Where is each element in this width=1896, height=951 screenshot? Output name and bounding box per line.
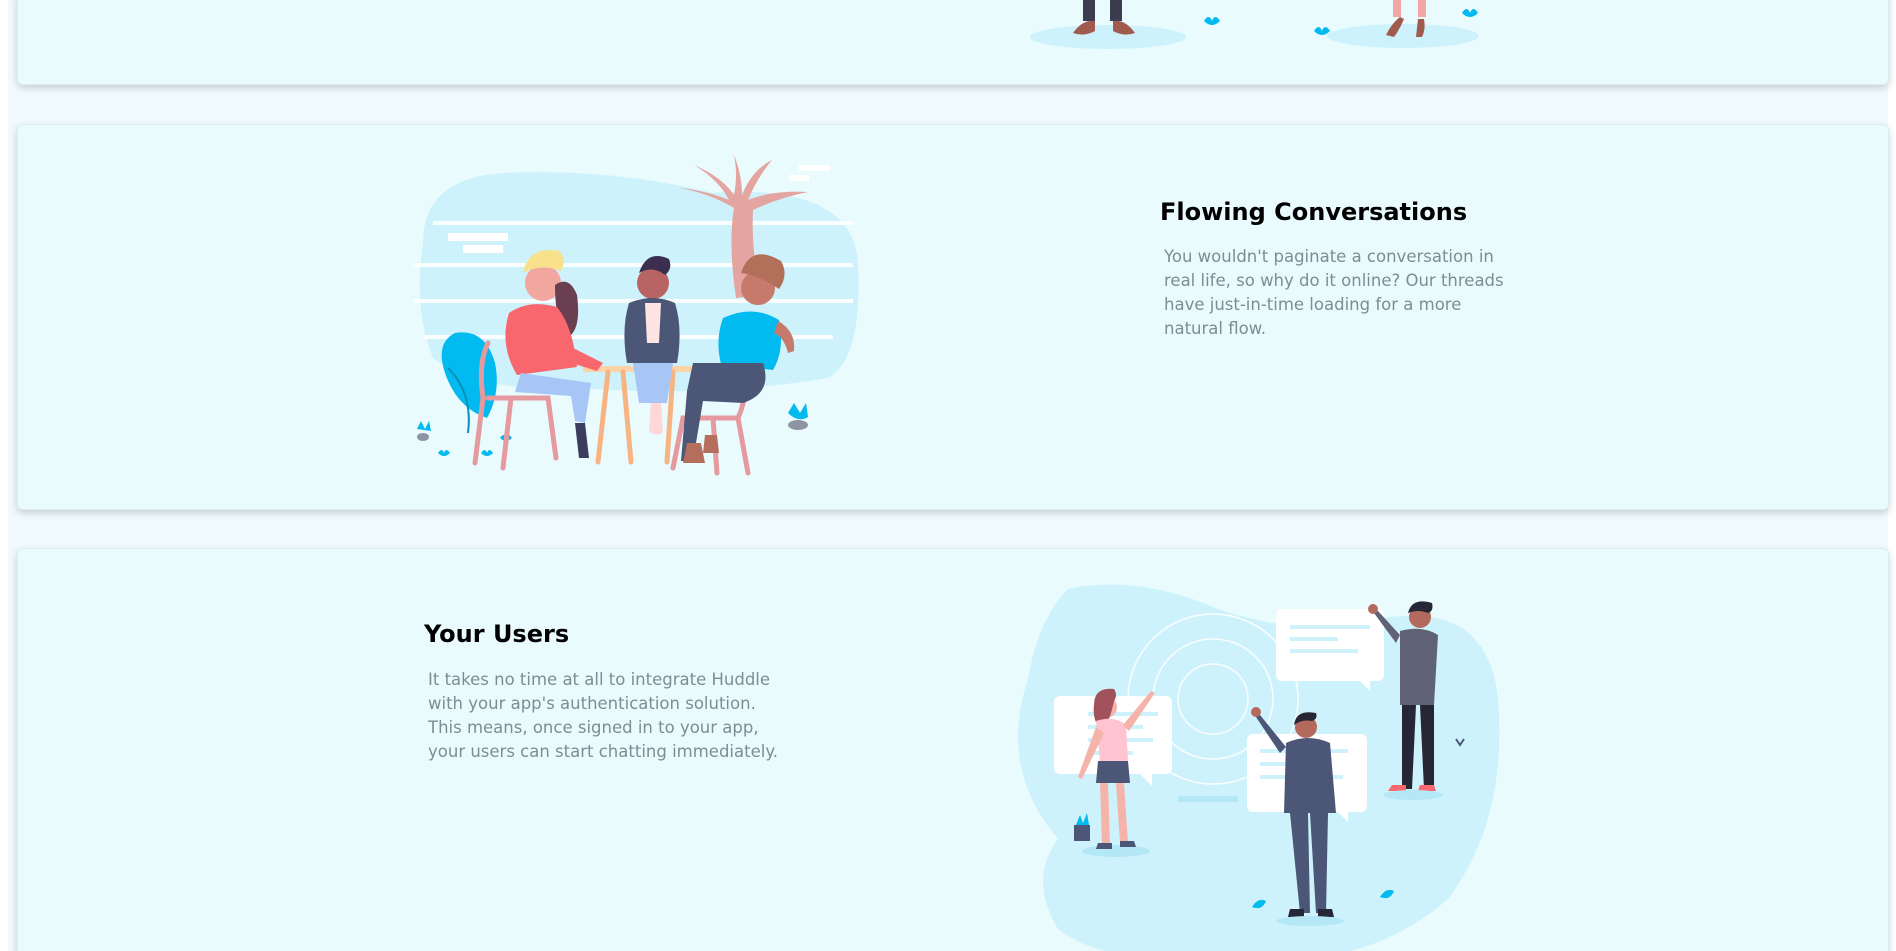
feature-description: You wouldn't paginate a conversation in … xyxy=(1164,247,1504,338)
feature-title: Flowing Conversations xyxy=(1160,198,1468,226)
people-with-chat-bubbles-illustration xyxy=(1018,584,1500,951)
people-standing-illustration xyxy=(1030,0,1479,49)
left-page-edge xyxy=(0,0,8,951)
page: Flowing Conversations You wouldn't pagin… xyxy=(0,0,1896,951)
feature-description: It takes no time at all to integrate Hud… xyxy=(428,670,778,761)
feature-card-your-users: Your Users It takes no time at all to in… xyxy=(17,548,1889,951)
feature-card-flowing-conversations: Flowing Conversations You wouldn't pagin… xyxy=(17,124,1889,510)
scrollbar-track[interactable] xyxy=(1888,0,1896,951)
feature-title: Your Users xyxy=(424,620,570,648)
people-at-table-illustration xyxy=(413,155,859,476)
feature-card-previous xyxy=(17,0,1889,85)
